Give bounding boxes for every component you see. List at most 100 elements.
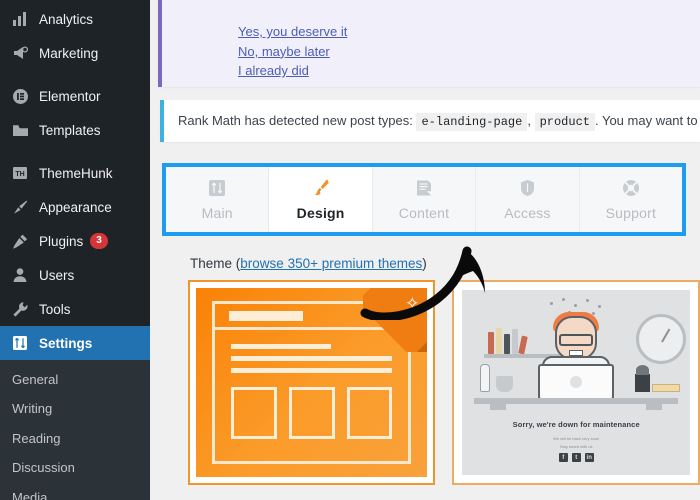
glasses-icon [559,334,594,346]
facebook-icon: f [558,453,568,462]
theme-section-label: Theme (browse 350+ premium themes) [190,256,700,271]
folder-icon [10,120,30,140]
wireframe-box-row [231,387,393,439]
wall-clock-icon [636,314,686,364]
submenu-item-writing[interactable]: Writing [0,394,150,423]
ruler-icon [652,384,680,392]
review-link-later[interactable]: No, maybe later [238,42,688,62]
review-notice: Yes, you deserve it No, maybe later I al… [158,0,700,87]
submenu-item-general[interactable]: General [0,365,150,394]
wireframe-box [346,387,393,439]
wireframe-preview: ✧ [196,288,428,477]
lifebuoy-icon [622,178,640,198]
paintbrush-icon [10,197,30,217]
settings-submenu: General Writing Reading Discussion Media… [0,360,150,500]
submenu-item-reading[interactable]: Reading [0,424,150,453]
sidebar-item-label: ThemeHunk [39,165,113,181]
elementor-circle-icon [10,86,30,106]
sidebar-item-users[interactable]: Users [0,258,150,292]
maintenance-subline: We will be back very soon [553,436,600,441]
wireframe-text-line [231,344,332,349]
analytics-bars-icon [10,9,30,29]
settings-tab-bar: Main Design Content Access Support [162,163,686,236]
wrench-icon [10,299,30,319]
rankmath-text-before: Rank Math has detected new post types: [178,113,413,128]
sidebar-item-templates[interactable]: Templates [0,113,150,147]
maintenance-headline: Sorry, we're down for maintenance [512,420,640,429]
tab-main[interactable]: Main [166,167,270,232]
review-link-already[interactable]: I already did [238,61,688,81]
submenu-item-discussion[interactable]: Discussion [0,453,150,482]
svg-text:TH: TH [15,171,24,178]
theme-card-list: ✧ Sorry, we're down for maintenance We w… [188,280,700,485]
sidebar-item-label: Elementor [39,88,101,104]
linkedin-icon: in [584,453,594,462]
sidebar-item-settings[interactable]: Settings [0,326,150,360]
sidebar-item-appearance[interactable]: Appearance [0,190,150,224]
wireframe-box [288,387,335,439]
browse-premium-themes-link[interactable]: browse 350+ premium themes [240,256,422,271]
mug-icon [496,376,514,392]
document-lines-icon [415,178,433,198]
theme-card-maintenance[interactable]: Sorry, we're down for maintenance We wil… [452,280,700,485]
twitter-icon: t [571,453,581,462]
social-icon-row: f t in [462,453,690,462]
tab-support[interactable]: Support [579,167,683,232]
sidebar-item-label: Settings [39,335,93,351]
sidebar-item-label: Tools [39,301,71,317]
user-icon [10,265,30,285]
sidebar-item-label: Plugins [39,233,84,249]
maintenance-preview: Sorry, we're down for maintenance We wil… [461,289,691,476]
laptop-icon [538,364,615,400]
tab-design[interactable]: Design [269,167,373,232]
sidebar-item-plugins[interactable]: Plugins 3 [0,224,150,258]
tab-label: Main [201,205,233,221]
plant-icon [635,365,650,392]
theme-link-close-paren: ) [422,256,427,271]
desk-leg [490,404,507,410]
themehunk-icon: TH [10,163,30,183]
ribbon-fold [417,342,428,352]
maintenance-subline: Stay tuned with us [559,444,593,449]
tab-label: Access [504,205,551,221]
tab-label: Design [296,205,345,221]
post-type-chip: e-landing-page [416,113,528,131]
wireframe-text-line [231,356,393,361]
tab-content[interactable]: Content [372,167,477,232]
featured-ribbon: ✧ [363,288,428,352]
submenu-item-media[interactable]: Media [0,483,150,500]
desk-leg [646,404,662,410]
tab-label: Content [398,205,450,221]
sidebar-separator [0,70,150,79]
shield-icon [519,178,536,198]
books-icon [488,328,529,355]
tab-label: Support [605,205,657,221]
sliders-square-icon [208,178,226,198]
post-type-chip: product [534,113,595,131]
theme-card-orange-wireframe[interactable]: ✧ [188,280,436,485]
paintbrush-icon [311,178,331,198]
sidebar-item-elementor[interactable]: Elementor [0,79,150,113]
sidebar-separator [0,147,150,156]
main-content: Yes, you deserve it No, maybe later I al… [150,0,700,500]
sidebar-item-label: Analytics [39,11,94,27]
bottle-icon [480,364,491,392]
tab-access[interactable]: Access [476,167,580,232]
plug-icon [10,231,30,251]
sidebar-item-themehunk[interactable]: TH ThemeHunk [0,156,150,190]
sidebar-item-tools[interactable]: Tools [0,292,150,326]
sidebar-item-label: Templates [39,122,101,138]
sidebar-item-label: Appearance [39,199,112,215]
sidebar-item-label: Users [39,267,75,283]
rankmath-separator: , [527,113,531,128]
sidebar-item-analytics[interactable]: Analytics [0,2,150,36]
sidebar-item-marketing[interactable]: Marketing [0,36,150,70]
sidebar-item-label: Marketing [39,45,99,61]
megaphone-icon [10,43,30,63]
settings-sliders-icon [10,333,30,353]
admin-sidebar: Analytics Marketing Elementor Templates … [0,0,150,500]
review-link-yes[interactable]: Yes, you deserve it [238,8,688,42]
rankmath-notice: Rank Math has detected new post types: e… [160,100,700,142]
wireframe-box [231,387,277,439]
wireframe-text-line [231,368,393,373]
